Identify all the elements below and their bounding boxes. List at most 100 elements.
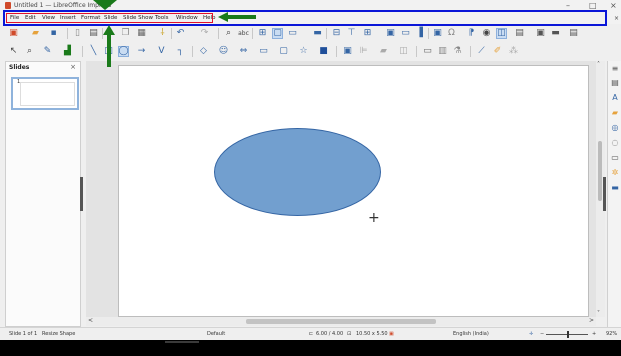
stars-icon[interactable]: ☆ — [298, 46, 309, 57]
line-icon[interactable]: ╲ — [88, 46, 99, 57]
clone-icon[interactable]: ⸸ — [157, 28, 168, 39]
copy-icon[interactable]: ❐ — [120, 28, 131, 39]
slide-transition-icon[interactable]: ▭ — [610, 153, 620, 163]
zoom-out-button[interactable]: − — [540, 331, 544, 337]
scroll-up-icon[interactable]: ˄ — [597, 61, 600, 68]
start-slideshow-icon[interactable]: ▬ — [312, 28, 323, 39]
impress-app-icon — [5, 2, 11, 9]
glue-icon[interactable]: ✐ — [492, 46, 503, 57]
master-slide-status[interactable]: Default — [207, 331, 225, 337]
close-window-button[interactable]: × — [610, 1, 617, 10]
table-icon[interactable]: ⊤ — [346, 28, 357, 39]
slide-canvas[interactable]: + — [118, 65, 589, 317]
shapes-icon[interactable]: ▬ — [610, 183, 620, 193]
chart-icon[interactable]: ▭ — [400, 28, 411, 39]
arrow-icon[interactable]: → — [136, 46, 147, 57]
curve-icon[interactable]: Ⅴ — [156, 46, 167, 57]
navigator-icon[interactable]: ◎ — [610, 123, 620, 133]
media-icon[interactable]: ▣ — [385, 28, 396, 39]
status-bar: Slide 1 of 1 Resize Shape Default ⊏ 6.00… — [0, 327, 621, 340]
symbol-shapes-icon[interactable]: ☺ — [218, 46, 229, 57]
zoom-level[interactable]: 92% — [606, 331, 617, 337]
slide-thumbnail[interactable] — [11, 77, 79, 110]
flowchart-icon[interactable]: ▭ — [258, 46, 269, 57]
master-slide-icon[interactable]: ▭ — [287, 28, 298, 39]
slide-layout-icon[interactable]: ◫ — [496, 28, 507, 39]
grid-icon[interactable]: ⊞ — [257, 28, 268, 39]
master-slides-icon[interactable]: ✲ — [610, 168, 620, 178]
print-icon[interactable]: ▤ — [88, 28, 99, 39]
scroll-left-icon[interactable]: < — [88, 317, 93, 324]
align-icon[interactable]: ⊫ — [358, 46, 369, 57]
sidebar-splitter[interactable] — [603, 177, 606, 211]
close-slides-pane-button[interactable]: × — [70, 63, 76, 71]
line-color-icon[interactable]: ✎ — [42, 46, 53, 57]
animation-icon[interactable]: ◌ — [610, 138, 620, 148]
styles-icon[interactable]: A — [610, 93, 620, 103]
image-icon[interactable]: ⊞ — [362, 28, 373, 39]
redo-icon[interactable]: ↷ — [199, 28, 210, 39]
special-char-icon[interactable]: ▣ — [432, 28, 443, 39]
shadow-icon[interactable]: ▭ — [422, 46, 433, 57]
gallery-icon[interactable]: ▰ — [610, 108, 620, 118]
save-icon[interactable]: ▪ — [48, 28, 59, 39]
sidebar-menu-icon[interactable]: ≡ — [610, 64, 620, 74]
ellipse-shape[interactable] — [214, 128, 381, 216]
transform-icon[interactable]: ⁋ — [466, 28, 477, 39]
duplicate-slide-icon[interactable]: ▣ — [535, 28, 546, 39]
separator — [326, 28, 327, 39]
maximize-button[interactable]: □ — [589, 1, 597, 10]
basic-shapes-icon[interactable]: ◇ — [198, 46, 209, 57]
export-pdf-icon[interactable]: ▯ — [72, 28, 83, 39]
spelling-icon[interactable]: abc — [238, 28, 249, 39]
properties-icon[interactable]: ▤ — [610, 78, 620, 88]
arrange-icon[interactable]: ▰ — [378, 46, 389, 57]
select-icon[interactable]: ↖ — [8, 46, 19, 57]
new-icon[interactable]: ▣ — [8, 28, 19, 39]
slide-show-settings-icon[interactable]: ▬ — [550, 28, 561, 39]
slide-workspace[interactable]: + — [86, 61, 596, 317]
scroll-right-icon[interactable]: > — [589, 317, 594, 324]
filter-icon[interactable]: ⚗ — [452, 46, 463, 57]
zoom-icon[interactable]: ⌕ — [24, 46, 35, 57]
scroll-down-icon[interactable]: ˅ — [597, 310, 600, 317]
open-icon[interactable]: ▰ — [30, 28, 41, 39]
3d-objects-icon[interactable]: ■ — [318, 46, 329, 57]
toolbar-overflow-icon[interactable]: ▤ — [568, 28, 579, 39]
callouts-icon[interactable]: ▢ — [278, 46, 289, 57]
rotate-icon[interactable]: ▣ — [342, 46, 353, 57]
textbox-icon[interactable]: ▐ — [414, 28, 425, 39]
slide-icon[interactable]: ⊟ — [331, 28, 342, 39]
ellipse-icon[interactable]: ◯ — [118, 46, 129, 57]
fontwork-icon[interactable]: Ω — [446, 28, 457, 39]
crop-icon[interactable]: ▥ — [437, 46, 448, 57]
vertical-scroll-thumb[interactable] — [598, 141, 602, 201]
zoom-in-button[interactable]: + — [592, 331, 596, 337]
horizontal-scrollbar[interactable]: < > — [86, 317, 596, 326]
show-draw-icon[interactable]: ◉ — [481, 28, 492, 39]
language-status[interactable]: English (India) — [453, 331, 489, 337]
minimize-button[interactable]: – — [566, 1, 570, 10]
fill-color-icon[interactable]: ▟ — [62, 46, 73, 57]
toggle-extrusion-icon[interactable]: ⁂ — [508, 46, 519, 57]
paste-icon[interactable]: ▦ — [136, 28, 147, 39]
find-replace-icon[interactable]: ⌕ — [223, 28, 234, 39]
connector-icon[interactable]: ┐ — [175, 46, 186, 57]
slides-pane-splitter[interactable] — [80, 177, 83, 211]
separator — [336, 46, 337, 57]
slide-thumbnail-preview — [20, 82, 75, 106]
menu-items-highlight-box — [6, 13, 213, 23]
fit-slide-icon[interactable]: ✛ — [529, 331, 533, 337]
zoom-slider-knob[interactable] — [567, 331, 569, 338]
more-icon[interactable]: ▤ — [514, 28, 525, 39]
points-icon[interactable]: ⟋ — [476, 46, 487, 57]
undo-icon[interactable]: ↶ — [175, 28, 186, 39]
display-views-icon[interactable]: ▢ — [272, 28, 283, 39]
distribute-icon[interactable]: ◫ — [398, 46, 409, 57]
close-document-button[interactable]: × — [614, 15, 619, 22]
horizontal-scroll-thumb[interactable] — [246, 319, 436, 324]
document-modified-icon[interactable]: ▣ — [389, 331, 394, 337]
separator — [82, 46, 83, 57]
block-arrows-icon[interactable]: ⇔ — [238, 46, 249, 57]
separator — [416, 46, 417, 57]
